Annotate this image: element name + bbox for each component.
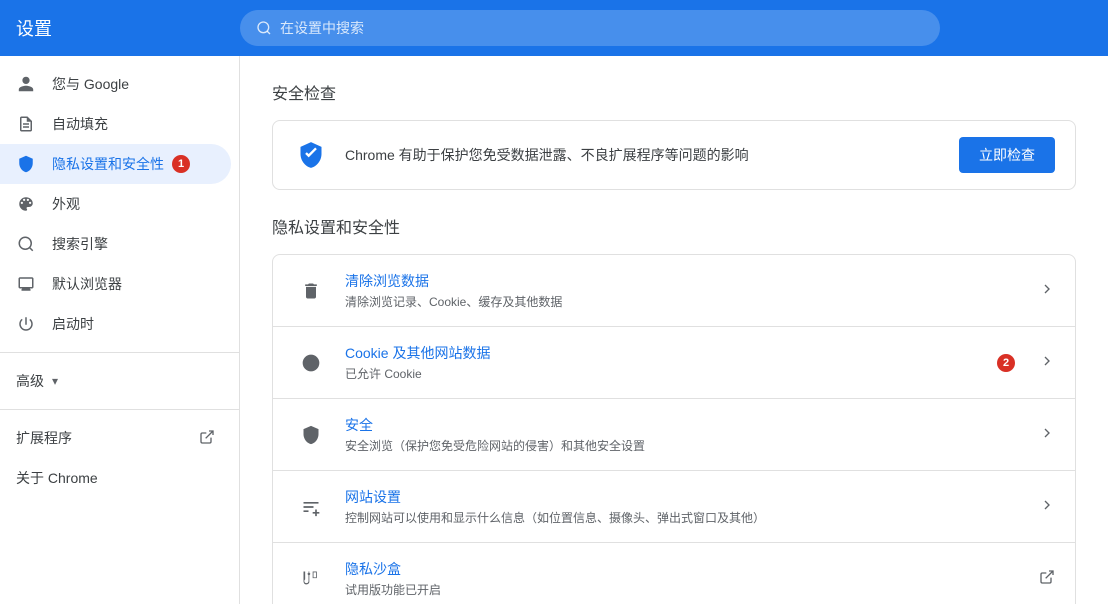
sidebar-item-search[interactable]: 搜索引擎 <box>0 224 231 264</box>
header: 设置 <box>0 0 1108 56</box>
security-desc: 安全浏览（保护您免受危险网站的侵害）和其他安全设置 <box>345 437 1023 454</box>
extensions-label: 扩展程序 <box>16 428 72 448</box>
cookies-desc: 已允许 Cookie <box>345 365 989 382</box>
sandbox-external-icon <box>1039 569 1055 588</box>
sandbox-title: 隐私沙盒 <box>345 559 1023 579</box>
shield-small-icon <box>293 417 329 453</box>
safety-card-text: Chrome 有助于保护您免受数据泄露、不良扩展程序等问题的影响 <box>345 145 943 165</box>
palette-icon <box>16 194 36 214</box>
sidebar-item-google[interactable]: 您与 Google <box>0 64 231 104</box>
privacy-item-cookies[interactable]: Cookie 及其他网站数据 已允许 Cookie 2 <box>273 327 1075 399</box>
privacy-item-security[interactable]: 安全 安全浏览（保护您免受危险网站的侵害）和其他安全设置 <box>273 399 1075 471</box>
shield-icon <box>16 154 36 174</box>
search-sidebar-icon <box>16 234 36 254</box>
sidebar-item-browser[interactable]: 默认浏览器 <box>0 264 231 304</box>
trash-icon <box>293 273 329 309</box>
clear-browsing-arrow <box>1039 281 1055 300</box>
sidebar-item-advanced[interactable]: 高级 ▾ <box>0 361 239 401</box>
security-title: 安全 <box>345 415 1023 435</box>
security-content: 安全 安全浏览（保护您免受危险网站的侵害）和其他安全设置 <box>345 415 1023 454</box>
main-layout: 您与 Google 自动填充 隐私设置和安全性 1 外观 搜索引擎 <box>0 56 1108 604</box>
content-area: 安全检查 Chrome 有助于保护您免受数据泄露、不良扩展程序等问题的影响 立即… <box>240 56 1108 604</box>
advanced-label: 高级 <box>16 371 44 391</box>
clear-browsing-title: 清除浏览数据 <box>345 271 1023 291</box>
sidebar-label-appearance: 外观 <box>52 194 80 214</box>
search-input[interactable] <box>280 20 924 36</box>
sidebar-item-privacy[interactable]: 隐私设置和安全性 1 <box>0 144 231 184</box>
cookies-content: Cookie 及其他网站数据 已允许 Cookie <box>345 343 989 382</box>
privacy-list: 清除浏览数据 清除浏览记录、Cookie、缓存及其他数据 Cookie 及其他网… <box>272 254 1076 604</box>
cookies-arrow <box>1039 353 1055 372</box>
cookie-icon <box>293 345 329 381</box>
sidebar-label-privacy: 隐私设置和安全性 <box>52 154 164 174</box>
external-link-icon <box>199 429 215 448</box>
search-bar[interactable] <box>240 10 940 46</box>
cookies-badge: 2 <box>997 354 1015 372</box>
sliders-icon <box>293 489 329 525</box>
person-icon <box>16 74 36 94</box>
sandbox-desc: 试用版功能已开启 <box>345 581 1023 598</box>
sidebar-item-startup[interactable]: 启动时 <box>0 304 231 344</box>
sidebar-divider-1 <box>0 352 239 353</box>
sidebar-item-extensions[interactable]: 扩展程序 <box>0 418 231 458</box>
sidebar-item-autofill[interactable]: 自动填充 <box>0 104 231 144</box>
power-icon <box>16 314 36 334</box>
sidebar-label-autofill: 自动填充 <box>52 114 108 134</box>
search-icon <box>256 20 272 36</box>
site-settings-arrow <box>1039 497 1055 516</box>
privacy-item-clear-browsing[interactable]: 清除浏览数据 清除浏览记录、Cookie、缓存及其他数据 <box>273 255 1075 327</box>
site-settings-content: 网站设置 控制网站可以使用和显示什么信息（如位置信息、摄像头、弹出式窗口及其他） <box>345 487 1023 526</box>
about-label: 关于 Chrome <box>16 468 98 488</box>
chevron-down-icon: ▾ <box>52 374 58 388</box>
sandbox-content: 隐私沙盒 试用版功能已开启 <box>345 559 1023 598</box>
site-settings-title: 网站设置 <box>345 487 1023 507</box>
privacy-item-sandbox[interactable]: 隐私沙盒 试用版功能已开启 <box>273 543 1075 604</box>
sidebar: 您与 Google 自动填充 隐私设置和安全性 1 外观 搜索引擎 <box>0 56 240 604</box>
cookies-title: Cookie 及其他网站数据 <box>345 343 989 363</box>
sidebar-label-browser: 默认浏览器 <box>52 274 122 294</box>
sidebar-item-appearance[interactable]: 外观 <box>0 184 231 224</box>
sidebar-label-startup: 启动时 <box>52 314 94 334</box>
clear-browsing-desc: 清除浏览记录、Cookie、缓存及其他数据 <box>345 293 1023 310</box>
site-settings-desc: 控制网站可以使用和显示什么信息（如位置信息、摄像头、弹出式窗口及其他） <box>345 509 1023 526</box>
page-title: 设置 <box>16 15 216 41</box>
flask-icon <box>293 561 329 597</box>
sidebar-divider-2 <box>0 409 239 410</box>
safety-check-title: 安全检查 <box>272 80 1076 104</box>
safety-check-card: Chrome 有助于保护您免受数据泄露、不良扩展程序等问题的影响 立即检查 <box>272 120 1076 190</box>
sidebar-label-google: 您与 Google <box>52 74 129 94</box>
cookies-badge-wrap: 2 <box>989 354 1015 372</box>
privacy-badge: 1 <box>172 155 190 173</box>
clear-browsing-content: 清除浏览数据 清除浏览记录、Cookie、缓存及其他数据 <box>345 271 1023 310</box>
security-arrow <box>1039 425 1055 444</box>
document-icon <box>16 114 36 134</box>
sidebar-label-search: 搜索引擎 <box>52 234 108 254</box>
safety-shield-icon <box>293 137 329 173</box>
privacy-section-title: 隐私设置和安全性 <box>272 214 1076 238</box>
sidebar-item-about[interactable]: 关于 Chrome <box>0 458 231 498</box>
privacy-item-site-settings[interactable]: 网站设置 控制网站可以使用和显示什么信息（如位置信息、摄像头、弹出式窗口及其他） <box>273 471 1075 543</box>
monitor-icon <box>16 274 36 294</box>
check-now-button[interactable]: 立即检查 <box>959 137 1055 173</box>
